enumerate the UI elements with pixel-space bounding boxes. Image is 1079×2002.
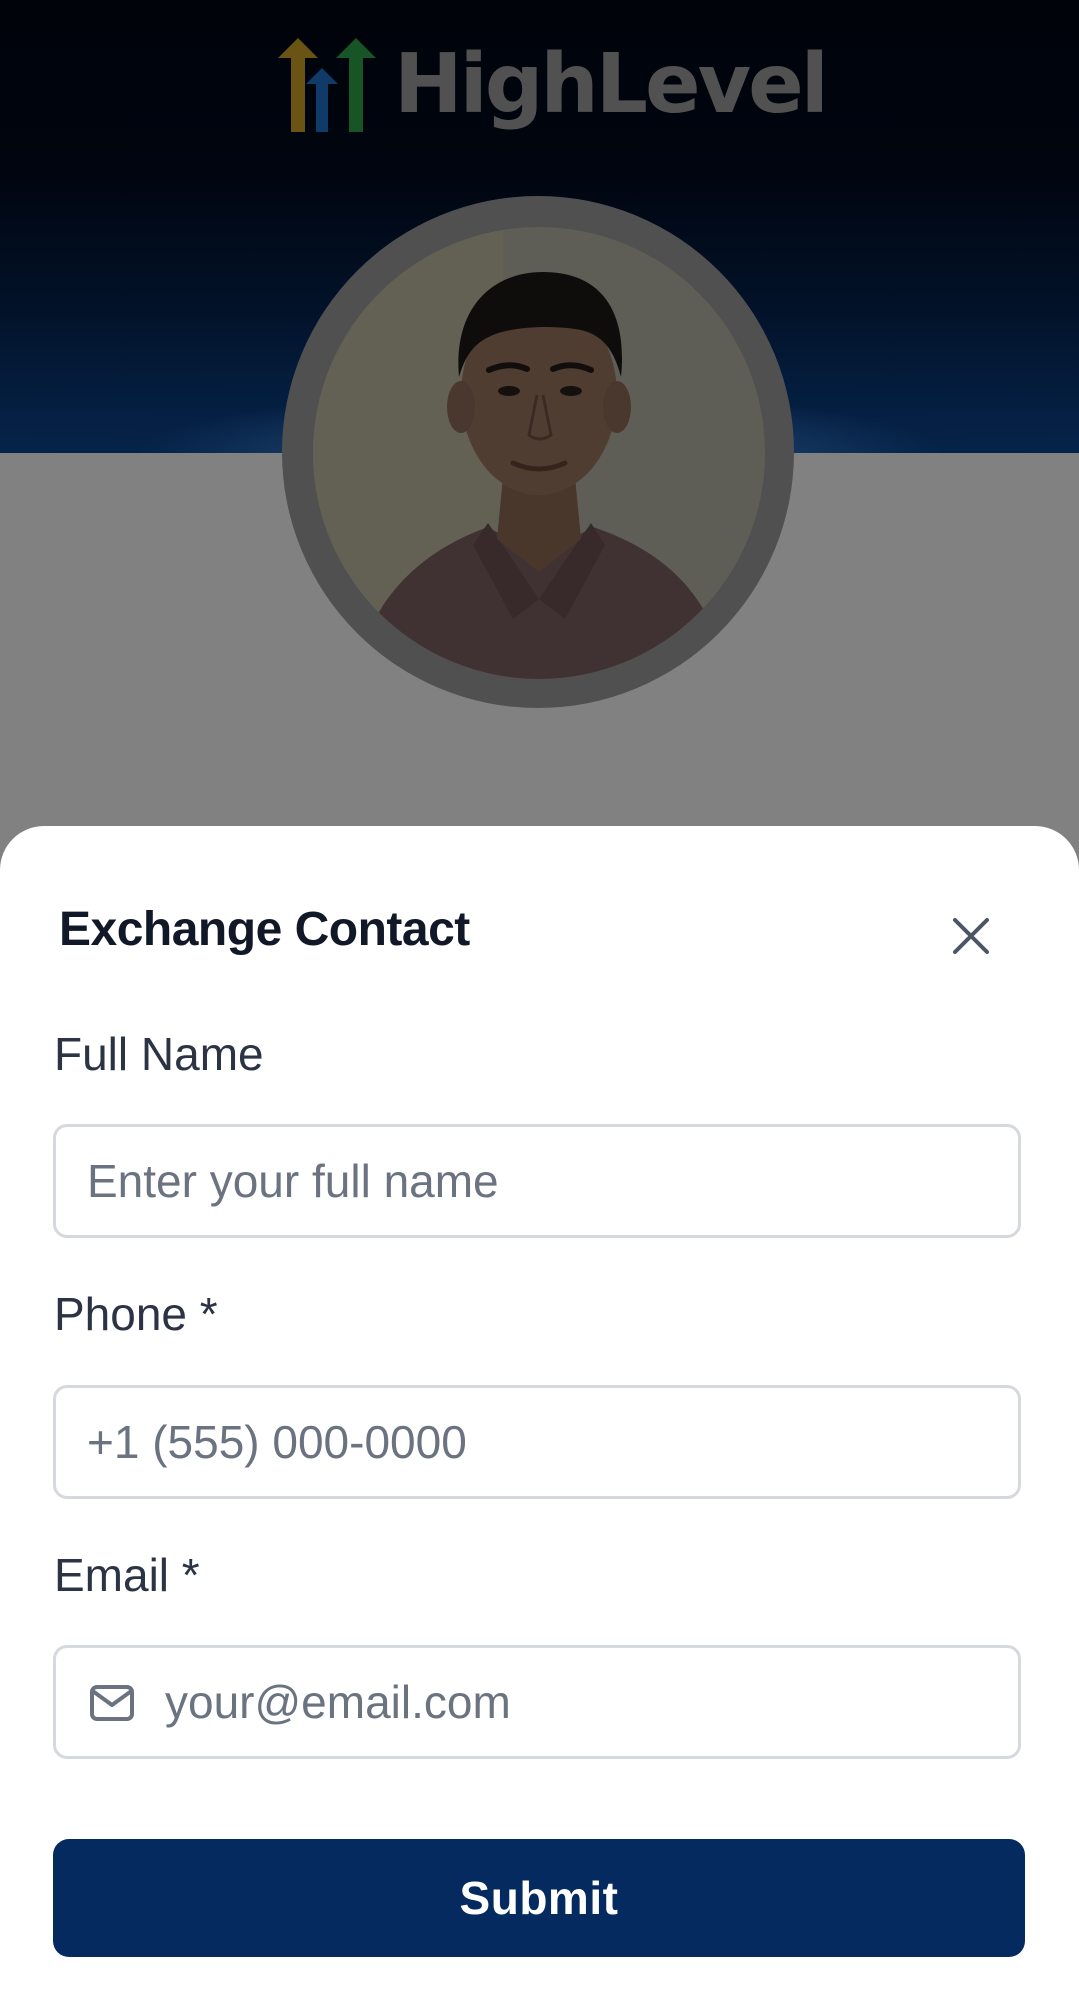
full-name-label: Full Name	[54, 1028, 264, 1080]
email-input[interactable]	[56, 1648, 1018, 1756]
contact-card-page: HighLevel Exchange Contact Full Name Ent…	[0, 0, 1079, 2002]
phone-field	[53, 1385, 1021, 1499]
submit-button[interactable]: Submit	[53, 1839, 1025, 1957]
email-label: Email *	[54, 1549, 200, 1601]
sheet-title: Exchange Contact	[59, 903, 470, 956]
email-field	[53, 1645, 1021, 1759]
full-name-field	[53, 1124, 1021, 1238]
close-button[interactable]	[945, 910, 997, 962]
phone-label: Phone *	[54, 1288, 218, 1340]
phone-input[interactable]	[56, 1388, 1018, 1496]
close-icon	[953, 918, 989, 954]
full-name-input[interactable]	[56, 1127, 1018, 1235]
